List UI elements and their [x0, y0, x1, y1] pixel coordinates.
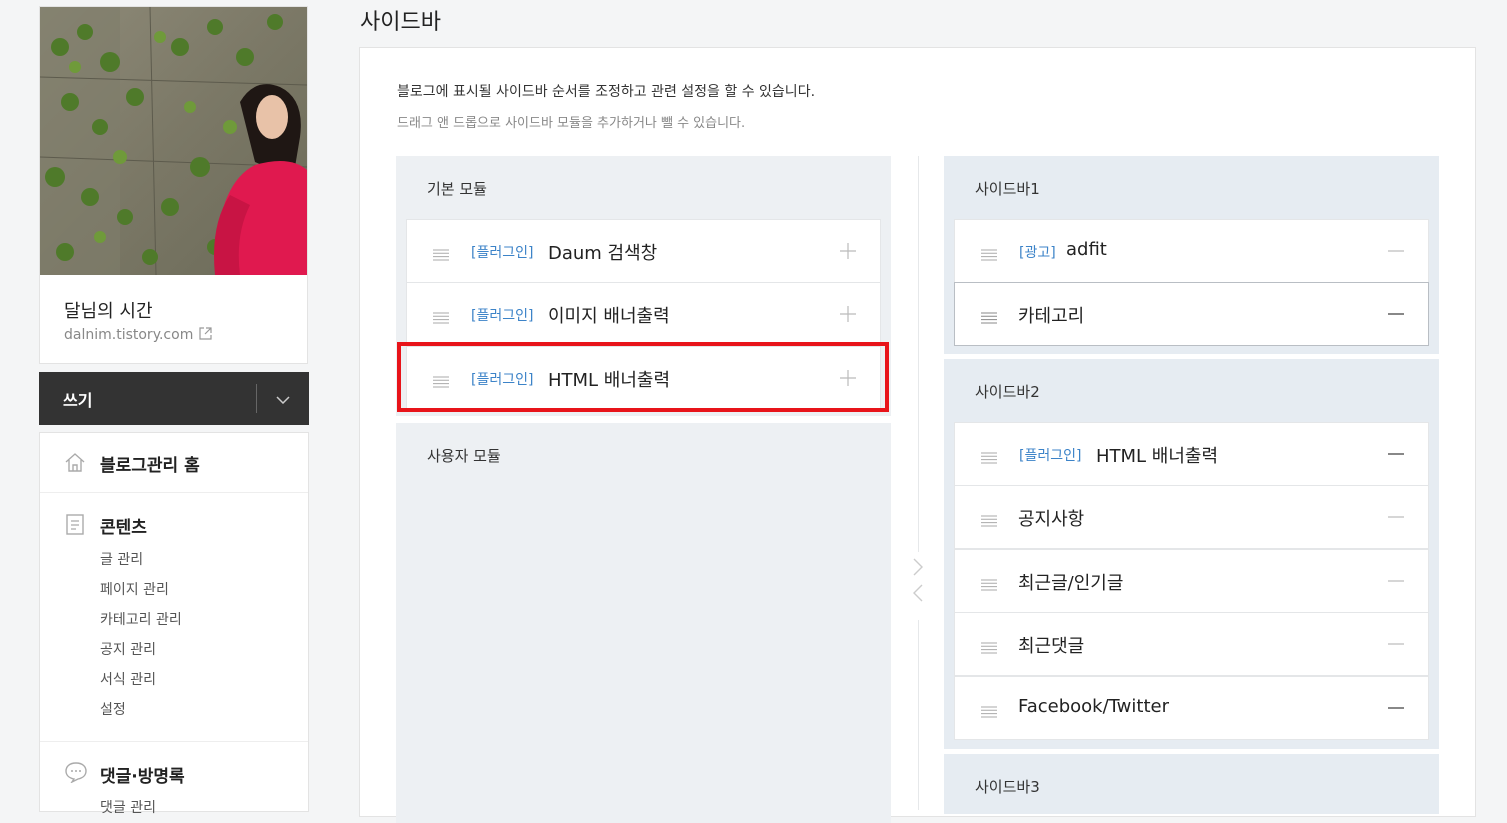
drag-handle-icon[interactable] [981, 246, 997, 265]
arrow-left-icon[interactable] [912, 584, 924, 606]
add-icon[interactable] [838, 241, 858, 261]
drag-handle-icon[interactable] [981, 309, 997, 328]
drag-handle-icon[interactable] [433, 309, 449, 328]
chevron-down-icon [276, 389, 290, 408]
module-name: HTML 배너출력 [1096, 446, 1219, 467]
module-tag: [광고] [1019, 245, 1056, 261]
drag-handle-icon[interactable] [981, 639, 997, 658]
blog-title[interactable]: 달님의 시간 [64, 297, 153, 323]
module-name: adfit [1066, 239, 1107, 260]
module-tag: [플러그인] [471, 308, 534, 324]
add-icon[interactable] [838, 304, 858, 324]
write-dropdown-toggle[interactable] [257, 372, 309, 425]
menu-comments-title[interactable]: 댓글·방명록 [100, 762, 185, 787]
sidebar1-group: 사이드바1 [광고] adfit 카테고리 [944, 156, 1439, 354]
blog-url-text[interactable]: dalnim.tistory.com [64, 327, 193, 343]
menu-page-manage[interactable]: 페이지 관리 [100, 579, 169, 599]
sidebar2-group: 사이드바2 [플러그인] HTML 배너출력 공지사항 최근글/인기글 최근댓글… [944, 359, 1439, 749]
sidebar2-item-html-banner[interactable]: [플러그인] HTML 배너출력 [954, 422, 1429, 486]
sidebar1-title: 사이드바1 [975, 180, 1040, 198]
column-divider [918, 620, 919, 810]
sidebar3-title: 사이드바3 [975, 778, 1040, 796]
module-name: 카테고리 [1018, 306, 1085, 327]
sidebar1-item-adfit[interactable]: [광고] adfit [954, 219, 1429, 283]
drag-handle-icon[interactable] [981, 576, 997, 595]
basic-modules-title: 기본 모듈 [427, 180, 487, 198]
move-arrows[interactable] [907, 556, 929, 606]
external-link-icon[interactable] [199, 327, 212, 344]
sidebar2-title: 사이드바2 [975, 383, 1040, 401]
menu-home[interactable]: 블로그관리 홈 [40, 433, 308, 493]
module-name: 최근댓글 [1018, 636, 1085, 657]
home-icon [64, 451, 86, 477]
drag-handle-icon[interactable] [981, 512, 997, 531]
user-modules-title: 사용자 모듈 [427, 447, 501, 465]
menu-template-manage[interactable]: 서식 관리 [100, 669, 156, 689]
menu-notice-manage[interactable]: 공지 관리 [100, 639, 156, 659]
module-name: 이미지 배너출력 [548, 306, 670, 327]
module-name: 공지사항 [1018, 509, 1085, 530]
drag-handle-icon[interactable] [981, 449, 997, 468]
profile-card: 달님의 시간 dalnim.tistory.com [39, 6, 308, 364]
page-title: 사이드바 [360, 10, 441, 35]
sidebar1-item-category[interactable]: 카테고리 [954, 282, 1429, 346]
menu-contents-title[interactable]: 콘텐츠 [100, 513, 147, 538]
remove-icon[interactable] [1386, 241, 1406, 261]
arrow-right-icon[interactable] [912, 558, 924, 580]
module-item-daum-search[interactable]: [플러그인] Daum 검색창 [406, 219, 881, 283]
menu-category-manage[interactable]: 카테고리 관리 [100, 609, 182, 629]
module-name: 최근글/인기글 [1018, 573, 1124, 594]
document-icon [64, 513, 86, 539]
write-button[interactable]: 쓰기 [63, 387, 92, 411]
speech-bubble-icon [64, 761, 88, 787]
sidebar2-item-notice[interactable]: 공지사항 [954, 485, 1429, 549]
module-tag: [플러그인] [471, 245, 534, 261]
drag-handle-icon[interactable] [981, 703, 997, 722]
menu-divider [40, 741, 308, 742]
remove-icon[interactable] [1386, 444, 1406, 464]
profile-photo[interactable] [40, 7, 307, 275]
module-item-image-banner[interactable]: [플러그인] 이미지 배너출력 [406, 282, 881, 346]
user-modules-panel: 사용자 모듈 [396, 423, 891, 823]
menu-comment-manage[interactable]: 댓글 관리 [100, 797, 156, 817]
description-primary: 블로그에 표시될 사이드바 순서를 조정하고 관련 설정을 할 수 있습니다. [397, 84, 816, 100]
menu-settings[interactable]: 설정 [100, 699, 126, 719]
remove-icon[interactable] [1386, 571, 1406, 591]
admin-menu: 블로그관리 홈 콘텐츠 글 관리 페이지 관리 카테고리 관리 공지 관리 서식… [39, 432, 309, 816]
module-name: Facebook/Twitter [1018, 696, 1169, 717]
module-name: Daum 검색창 [548, 243, 658, 264]
drag-handle-icon[interactable] [433, 246, 449, 265]
remove-icon[interactable] [1386, 304, 1406, 324]
description-secondary: 드래그 앤 드롭으로 사이드바 모듈을 추가하거나 뺄 수 있습니다. [397, 116, 746, 131]
write-bar: 쓰기 [39, 372, 309, 425]
menu-post-manage[interactable]: 글 관리 [100, 549, 143, 569]
highlight-box [397, 342, 889, 412]
sidebar2-item-recent-popular[interactable]: 최근글/인기글 [954, 549, 1429, 613]
remove-icon[interactable] [1386, 698, 1406, 718]
sidebar2-item-recent-comments[interactable]: 최근댓글 [954, 612, 1429, 676]
sidebar2-item-facebook-twitter[interactable]: Facebook/Twitter [954, 676, 1429, 740]
remove-icon[interactable] [1386, 634, 1406, 654]
blog-url[interactable]: dalnim.tistory.com [64, 327, 212, 344]
menu-home-label[interactable]: 블로그관리 홈 [100, 451, 200, 476]
column-divider [918, 156, 919, 552]
sidebar3-group: 사이드바3 [944, 754, 1439, 814]
remove-icon[interactable] [1386, 507, 1406, 527]
module-tag: [플러그인] [1019, 448, 1082, 464]
